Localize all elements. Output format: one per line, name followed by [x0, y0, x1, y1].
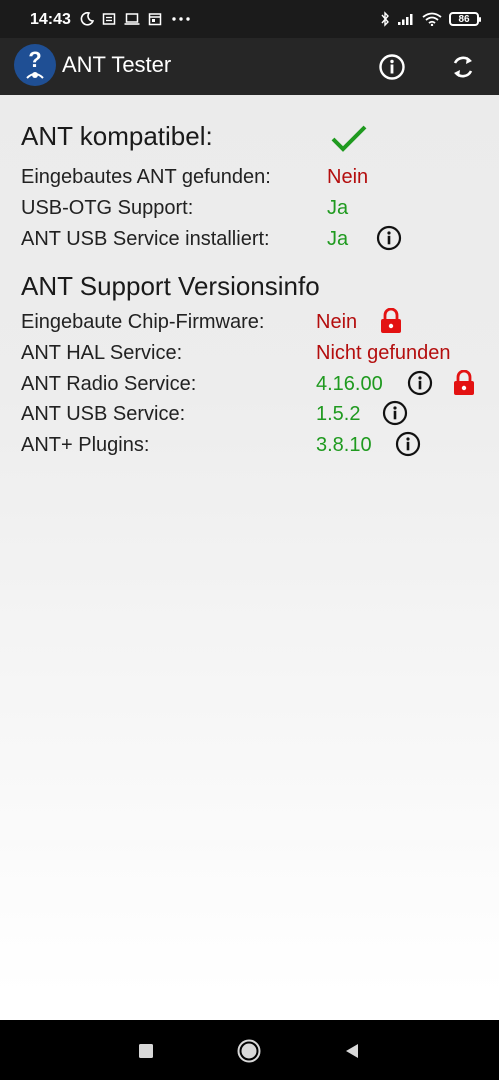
signal-icon: [398, 14, 413, 25]
info-button-radio-service[interactable]: [407, 370, 433, 396]
recents-button[interactable]: [133, 1038, 159, 1064]
more-icon: [172, 17, 190, 21]
refresh-icon: [453, 56, 473, 78]
version-value-usb-service: 1.5.2: [316, 403, 361, 425]
main-content: ANT kompatibel: Eingebautes ANT gefunden…: [0, 95, 499, 1020]
info-icon: [382, 400, 408, 426]
svg-text:?: ?: [28, 47, 41, 72]
compat-heading: ANT kompatibel:: [21, 121, 213, 151]
version-value-chip-firmware: Nein: [316, 311, 358, 333]
wifi-icon: [422, 12, 442, 26]
battery-level: 86: [458, 13, 470, 25]
version-value-radio-service: 4.16.00: [316, 373, 383, 395]
info-icon: [395, 431, 421, 457]
status-icons-left: [80, 9, 192, 29]
app-bar: ? ANT Tester: [0, 38, 499, 95]
checkmark-icon: [331, 125, 367, 152]
version-value-hal-service: Nicht gefunden: [316, 342, 451, 364]
moon-icon: [80, 12, 94, 26]
lock-icon: [452, 370, 476, 396]
laptop-icon: [124, 13, 140, 25]
app-logo-icon: ?: [14, 44, 56, 86]
info-button-plugins[interactable]: [395, 431, 421, 457]
lock-icon: [379, 308, 403, 334]
status-time: 14:43: [30, 11, 71, 28]
check-value-builtin-ant: Nein: [327, 166, 369, 188]
status-icons-right: 86: [380, 9, 481, 29]
home-icon: [237, 1039, 261, 1063]
versions-heading: ANT Support Versionsinfo: [21, 271, 320, 301]
info-icon: [379, 54, 405, 80]
battery-icon: 86: [449, 12, 481, 26]
check-label-usb-otg: USB-OTG Support:: [21, 197, 194, 219]
check-value-usb-otg: Ja: [327, 197, 349, 219]
recents-icon: [139, 1044, 153, 1058]
info-icon: [407, 370, 433, 396]
version-label-radio-service: ANT Radio Service:: [21, 373, 197, 395]
check-label-ant-usb-service: ANT USB Service installiert:: [21, 228, 270, 250]
version-value-plugins: 3.8.10: [316, 434, 372, 456]
info-button-usb-service[interactable]: [382, 400, 408, 426]
version-label-chip-firmware: Eingebaute Chip-Firmware:: [21, 311, 265, 333]
info-button-ant-usb-service[interactable]: [376, 225, 402, 251]
version-label-plugins: ANT+ Plugins:: [21, 434, 150, 456]
navigation-bar: [0, 1020, 499, 1080]
info-button[interactable]: [375, 50, 409, 84]
refresh-button[interactable]: [446, 50, 480, 84]
version-label-hal-service: ANT HAL Service:: [21, 342, 183, 364]
back-button[interactable]: [339, 1038, 365, 1064]
back-icon: [346, 1044, 358, 1058]
calendar-icon: [148, 13, 162, 26]
notification-icon: [102, 13, 116, 25]
status-bar: 14:43 86: [0, 0, 499, 38]
bluetooth-icon: [381, 11, 389, 27]
info-icon: [376, 225, 402, 251]
check-value-ant-usb-service: Ja: [327, 228, 349, 250]
home-button[interactable]: [236, 1038, 262, 1064]
version-label-usb-service: ANT USB Service:: [21, 403, 186, 425]
app-title: ANT Tester: [62, 52, 172, 77]
check-label-builtin-ant: Eingebautes ANT gefunden:: [21, 166, 271, 188]
